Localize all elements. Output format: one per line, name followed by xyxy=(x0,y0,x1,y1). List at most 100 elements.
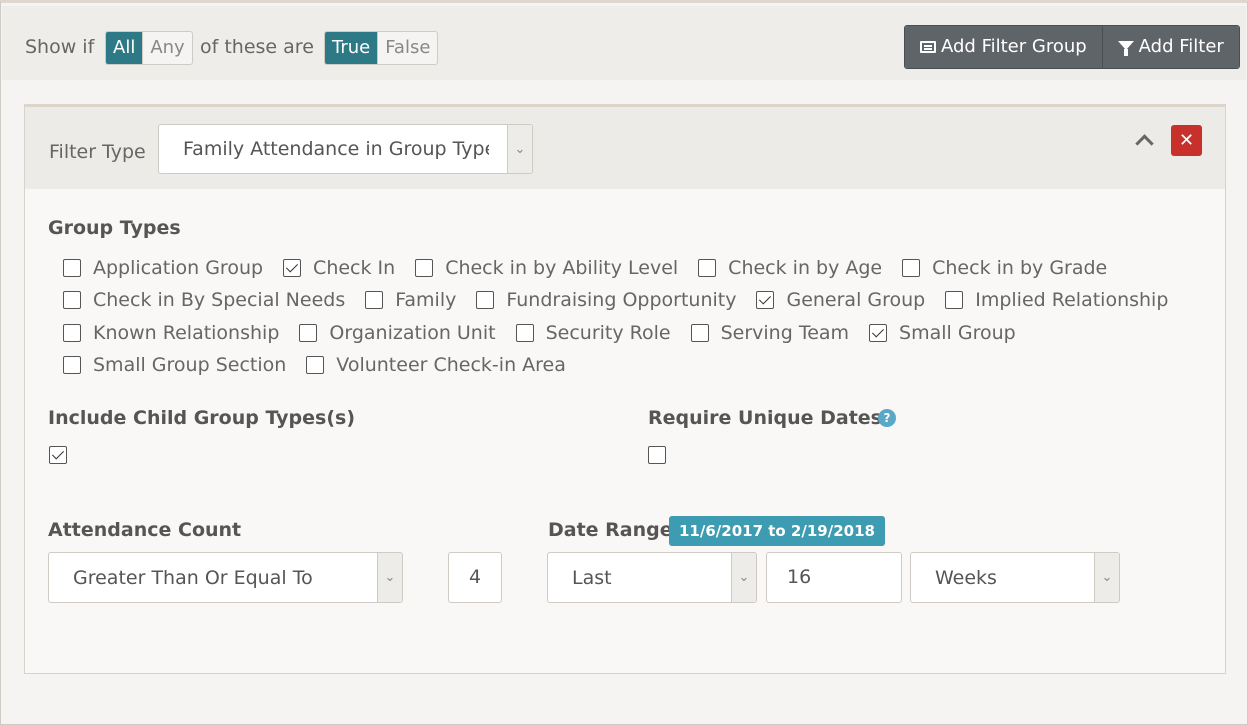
group-type-checkbox[interactable]: Serving Team xyxy=(690,322,850,344)
filter-panel-header: Filter Type Family Attendance in Group T… xyxy=(25,107,1225,189)
add-buttons: Add Filter Group Add Filter xyxy=(904,25,1240,69)
group-type-checkbox[interactable]: Small Group xyxy=(869,322,1016,344)
truth-false-option[interactable]: False xyxy=(377,32,437,64)
chevron-down-icon: ⌄ xyxy=(377,553,402,602)
checkbox-box[interactable] xyxy=(945,291,964,309)
require-unique-dates-label: Require Unique Dates xyxy=(648,407,882,429)
filter-group-header: Show if All Any of these are True False … xyxy=(2,6,1246,80)
truth-toggle: True False xyxy=(324,31,439,65)
show-if-label: Show if xyxy=(25,36,95,58)
match-all-option[interactable]: All xyxy=(106,32,143,64)
group-types-row: Application Group Check In Check in by A… xyxy=(63,257,1127,279)
group-type-checkbox[interactable]: Check in By Special Needs xyxy=(63,289,345,311)
checkbox-box[interactable] xyxy=(63,259,81,277)
group-type-label: Check in By Special Needs xyxy=(93,289,346,311)
group-type-checkbox[interactable]: Small Group Section xyxy=(63,354,286,376)
filter-panel: Filter Type Family Attendance in Group T… xyxy=(24,104,1226,674)
group-type-label: Check in by Grade xyxy=(932,257,1108,279)
group-type-label: Check in by Age xyxy=(728,257,883,279)
group-type-label: Known Relationship xyxy=(93,322,280,344)
checkbox-box[interactable] xyxy=(63,291,81,309)
group-types-row: Check in By Special Needs Family Fundrai… xyxy=(63,289,1188,311)
include-child-group-types-checkbox[interactable] xyxy=(49,446,67,464)
checkbox-box[interactable] xyxy=(415,259,434,277)
attendance-comparison-select[interactable]: Greater Than Or Equal To ⌄ xyxy=(48,552,403,603)
date-range-badge: 11/6/2017 to 2/19/2018 xyxy=(669,516,885,546)
of-these-are-label: of these are xyxy=(200,36,314,58)
group-type-label: Implied Relationship xyxy=(975,289,1169,311)
delete-filter-button[interactable]: ✕ xyxy=(1171,125,1202,156)
checkbox-box[interactable] xyxy=(515,324,534,342)
date-range-mode-select[interactable]: Last ⌄ xyxy=(547,552,757,603)
list-icon xyxy=(920,41,936,53)
group-type-checkbox[interactable]: Family xyxy=(365,289,456,311)
match-any-option[interactable]: Any xyxy=(142,32,191,64)
add-filter-group-label: Add Filter Group xyxy=(941,36,1087,57)
attendance-count-label: Attendance Count xyxy=(48,519,242,541)
checkbox-box[interactable] xyxy=(365,291,384,309)
filter-icon xyxy=(1117,40,1134,56)
group-type-checkbox[interactable]: Check in by Ability Level xyxy=(415,257,678,279)
filter-editor: Show if All Any of these are True False … xyxy=(0,0,1248,725)
group-type-checkbox[interactable]: Application Group xyxy=(63,257,263,279)
filter-type-label: Filter Type xyxy=(49,141,146,163)
date-range-mode-value: Last xyxy=(572,567,612,589)
group-type-label: Family xyxy=(395,289,457,311)
group-type-checkbox[interactable]: Check In xyxy=(283,257,395,279)
checkbox-box[interactable] xyxy=(756,291,775,309)
group-type-label: Volunteer Check-in Area xyxy=(336,354,566,376)
checkbox-box[interactable] xyxy=(690,324,709,342)
include-child-group-types-label: Include Child Group Types(s) xyxy=(48,407,356,429)
group-types-row: Small Group Section Volunteer Check-in A… xyxy=(63,354,586,376)
checkbox-box[interactable] xyxy=(698,259,717,277)
group-type-checkbox[interactable]: General Group xyxy=(756,289,925,311)
group-type-checkbox[interactable]: Check in by Age xyxy=(698,257,882,279)
checkbox-box[interactable] xyxy=(299,324,318,342)
group-type-label: Small Group Section xyxy=(93,354,287,376)
attendance-comparison-value: Greater Than Or Equal To xyxy=(73,567,313,589)
group-type-checkbox[interactable]: Security Role xyxy=(515,322,671,344)
group-types-label: Group Types xyxy=(48,217,181,239)
date-range-unit-select[interactable]: Weeks ⌄ xyxy=(910,552,1120,603)
group-type-label: Security Role xyxy=(545,322,671,344)
checkbox-box[interactable] xyxy=(63,356,81,374)
group-type-label: Small Group xyxy=(899,322,1016,344)
help-icon[interactable]: ? xyxy=(878,409,896,427)
chevron-down-icon: ⌄ xyxy=(1094,553,1119,602)
date-range-label: Date Range xyxy=(548,519,673,541)
checkbox-box[interactable] xyxy=(283,259,302,277)
group-type-checkbox[interactable]: Fundraising Opportunity xyxy=(476,289,736,311)
chevron-down-icon: ⌄ xyxy=(507,125,532,173)
group-type-checkbox[interactable]: Volunteer Check-in Area xyxy=(306,354,566,376)
group-type-label: General Group xyxy=(786,289,926,311)
filter-type-select[interactable]: Family Attendance in Group Types ⌄ xyxy=(158,124,533,174)
checkbox-box[interactable] xyxy=(63,324,81,342)
date-range-unit-value: Weeks xyxy=(935,567,997,589)
group-type-label: Check In xyxy=(313,257,396,279)
group-type-checkbox[interactable]: Organization Unit xyxy=(299,322,496,344)
group-type-checkbox[interactable]: Known Relationship xyxy=(63,322,279,344)
group-types-row: Known Relationship Organization Unit Sec… xyxy=(63,322,1036,344)
date-range-number-input[interactable]: 16 xyxy=(766,552,902,603)
chevron-up-icon[interactable] xyxy=(1135,134,1154,153)
add-filter-group-button[interactable]: Add Filter Group xyxy=(905,26,1102,68)
group-type-label: Fundraising Opportunity xyxy=(506,289,737,311)
group-type-checkbox[interactable]: Check in by Grade xyxy=(902,257,1107,279)
group-type-checkbox[interactable]: Implied Relationship xyxy=(945,289,1168,311)
checkbox-box[interactable] xyxy=(306,356,325,374)
match-toggle: All Any xyxy=(105,31,193,65)
truth-true-option[interactable]: True xyxy=(325,32,378,64)
chevron-down-icon: ⌄ xyxy=(731,553,756,602)
group-type-label: Organization Unit xyxy=(329,322,496,344)
checkbox-box[interactable] xyxy=(476,291,495,309)
checkbox-box[interactable] xyxy=(869,324,888,342)
group-type-label: Application Group xyxy=(93,257,264,279)
filter-type-value: Family Attendance in Group Types xyxy=(183,138,489,160)
checkbox-box[interactable] xyxy=(902,259,921,277)
attendance-count-input[interactable]: 4 xyxy=(448,552,502,603)
group-type-label: Check in by Ability Level xyxy=(445,257,679,279)
add-filter-button[interactable]: Add Filter xyxy=(1101,26,1239,68)
require-unique-dates-checkbox[interactable] xyxy=(648,446,666,464)
group-type-label: Serving Team xyxy=(720,322,850,344)
close-icon: ✕ xyxy=(1178,130,1195,151)
